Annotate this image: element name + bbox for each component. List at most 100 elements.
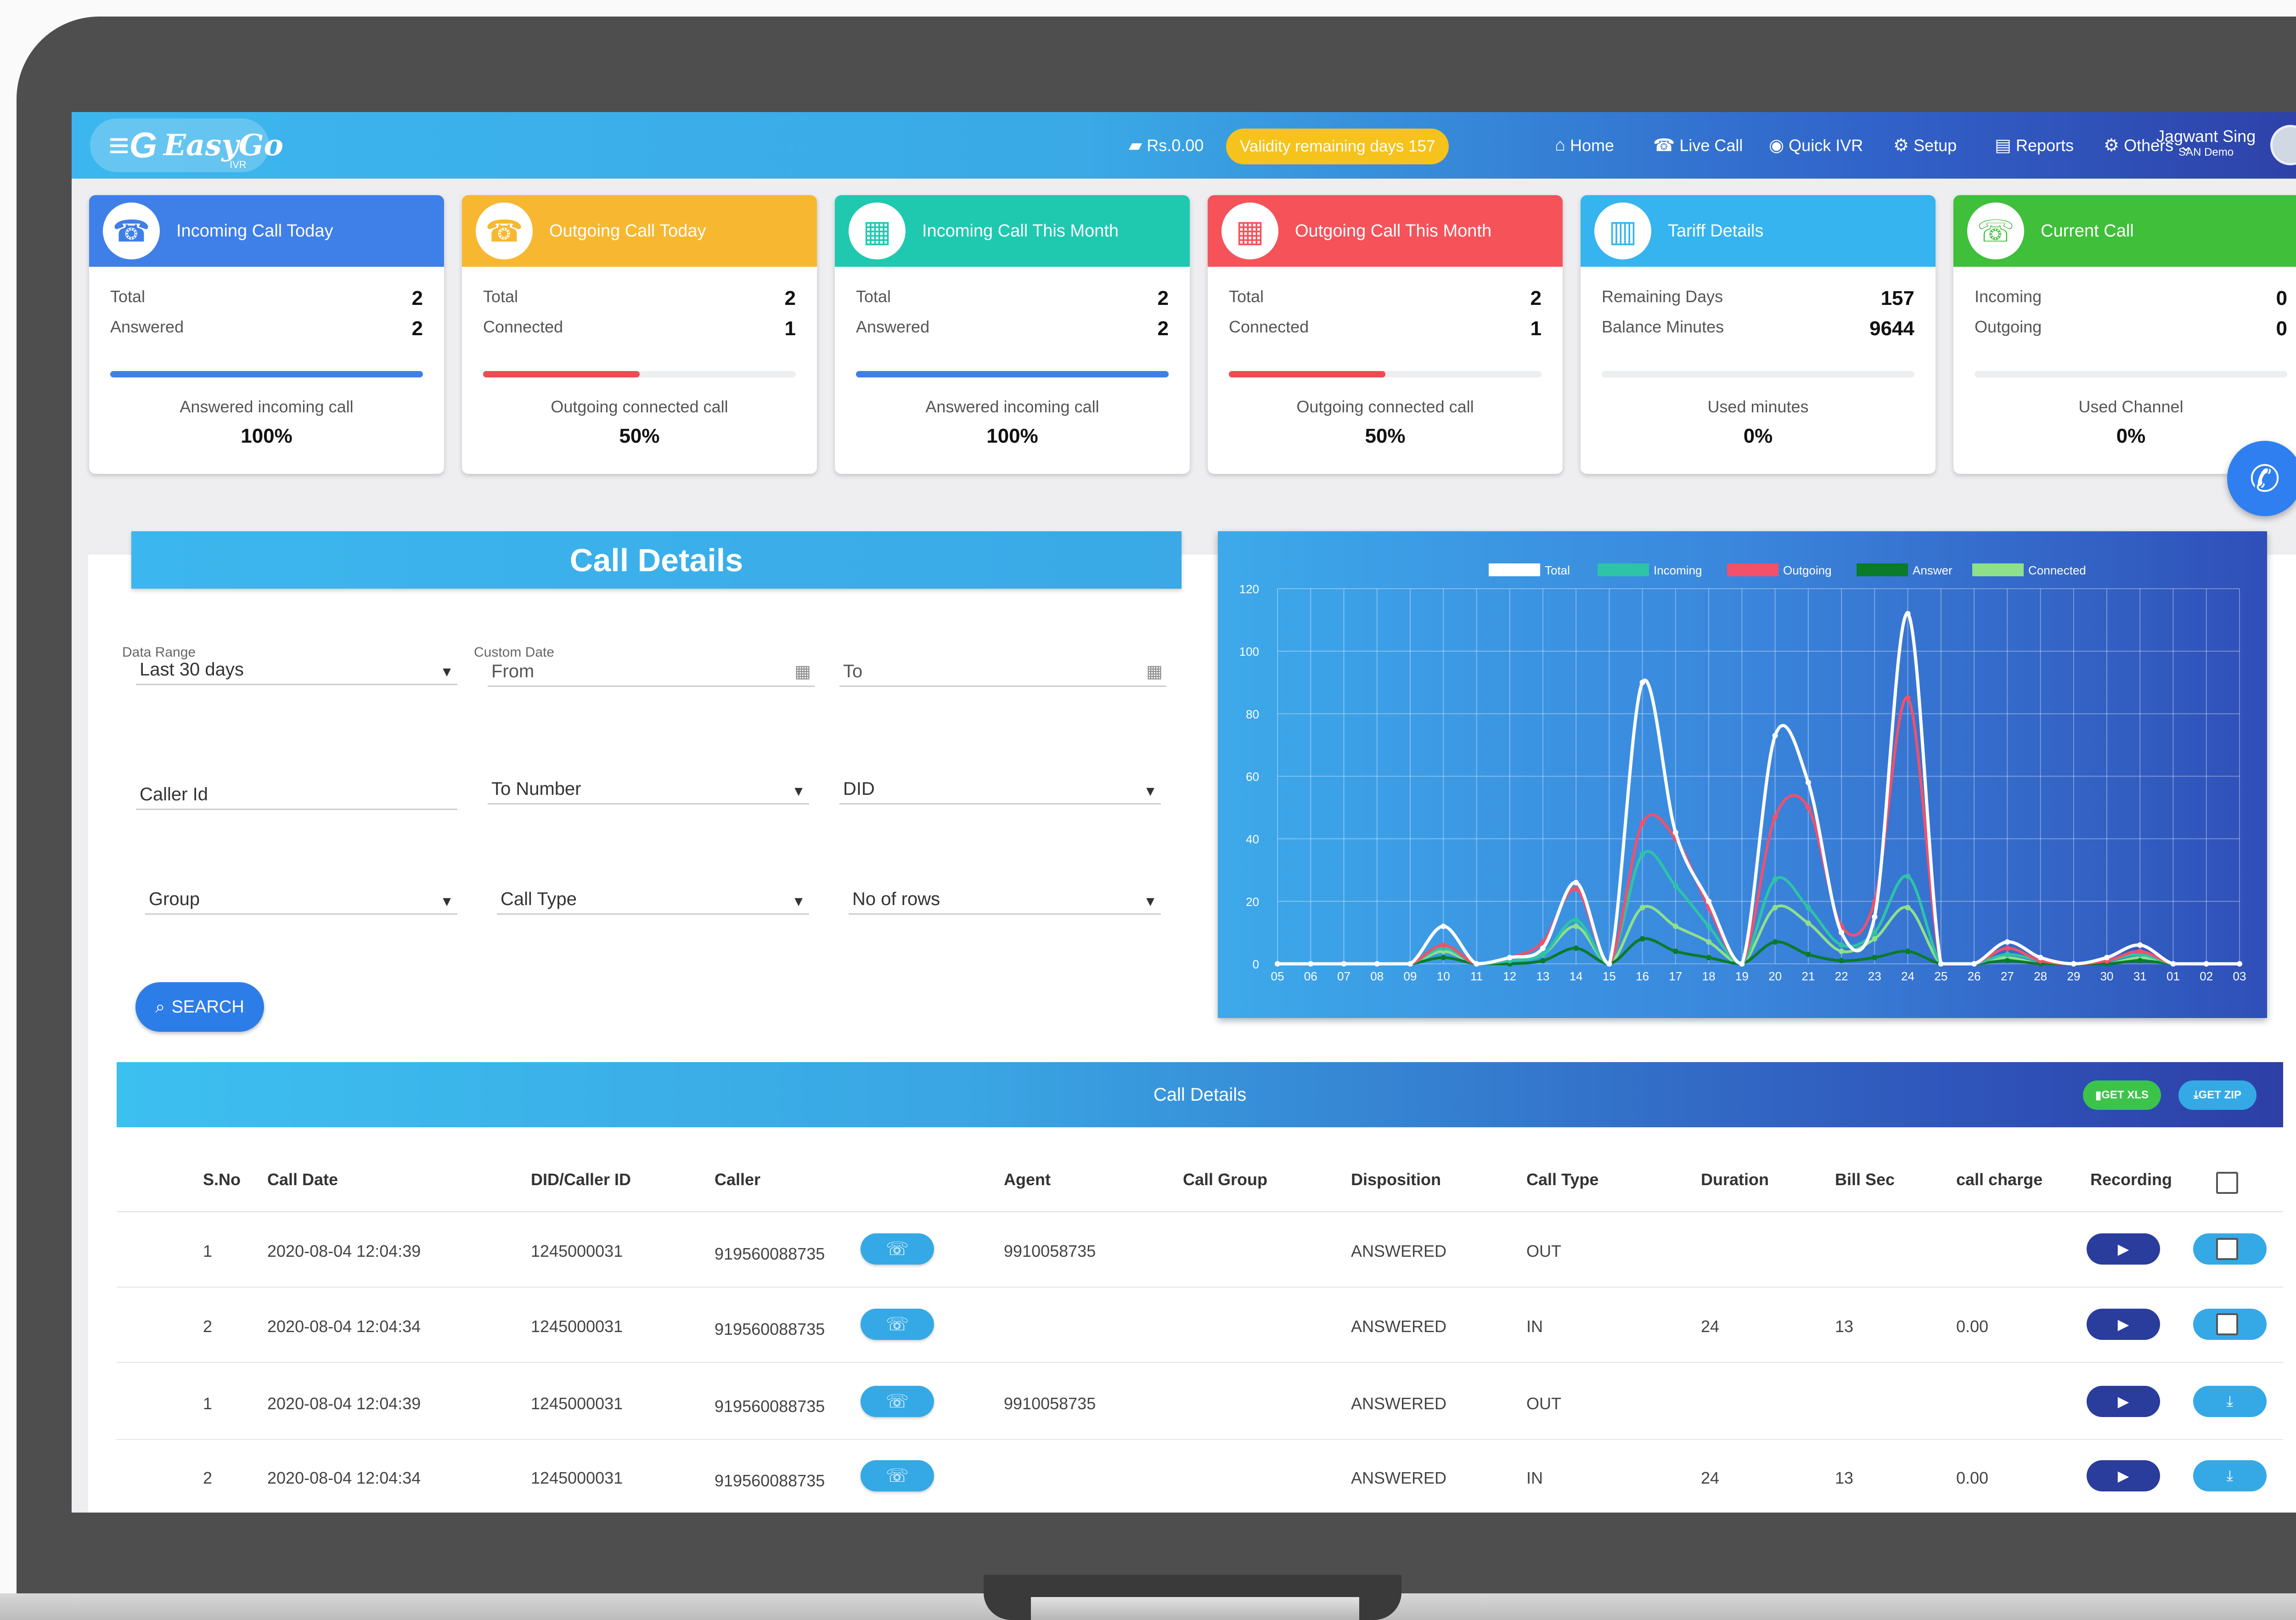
data-point — [1639, 851, 1645, 857]
nav-setup[interactable]: ⚙ Setup — [1893, 112, 1957, 179]
column-header[interactable]: Bill Sec — [1835, 1170, 1895, 1189]
stat-card[interactable]: ☎ Incoming Call Today Total 2 Answered 2… — [89, 195, 444, 474]
table-row[interactable] — [117, 1212, 2283, 1288]
calendar-icon: ▦ — [849, 202, 906, 259]
download-recording-button[interactable]: ⤓ — [2193, 1386, 2267, 1417]
nav-quick-ivr[interactable]: ◉ Quick IVR — [1769, 112, 1863, 179]
call-button[interactable]: ☏ — [861, 1386, 934, 1417]
call-details-title: Call Details — [131, 531, 1182, 589]
no-of-rows-select[interactable]: No of rows ▼ — [849, 889, 1161, 915]
call-button[interactable]: ☏ — [861, 1309, 934, 1340]
card-row-1: Total 2 — [110, 287, 423, 310]
column-header[interactable]: S.No — [203, 1170, 241, 1189]
user-menu[interactable]: Jagwant Sing SAN Demo — [2156, 127, 2256, 159]
card-title: Outgoing Call Today — [549, 221, 706, 241]
data-range-select[interactable]: Last 30 days ▼ — [136, 659, 457, 685]
cell-caller: 919560088735 — [715, 1397, 825, 1416]
stat-card[interactable]: ▥ Tariff Details Remaining Days 157 Bala… — [1581, 195, 1936, 474]
table-title: Call Details — [1153, 1084, 1247, 1105]
x-tick-label: 02 — [2200, 969, 2213, 983]
data-point — [1441, 955, 1446, 961]
caller-id-input[interactable]: Caller Id — [136, 784, 457, 810]
card-row-label: Total — [110, 287, 146, 306]
data-point — [2170, 961, 2176, 967]
cell-caller: 919560088735 — [715, 1471, 825, 1490]
get-zip-button[interactable]: ⤓ GET ZIP — [2178, 1080, 2257, 1110]
column-header[interactable]: Disposition — [1351, 1170, 1441, 1189]
table-row[interactable] — [117, 1365, 2283, 1440]
call-button[interactable]: ☏ — [861, 1460, 934, 1491]
select-all-checkbox[interactable] — [2216, 1172, 2238, 1194]
data-point — [2137, 958, 2143, 964]
call-type-select[interactable]: Call Type ▼ — [497, 889, 809, 915]
search-button[interactable]: ⌕ SEARCH — [135, 982, 264, 1032]
data-point — [1905, 695, 1911, 701]
headset-icon: ◉ — [1769, 136, 1784, 155]
stat-card[interactable]: ▦ Outgoing Call This Month Total 2 Conne… — [1208, 195, 1563, 474]
column-header[interactable]: Call Type — [1526, 1170, 1598, 1189]
nav-home[interactable]: ⌂ Home — [1555, 112, 1614, 179]
floating-call-button[interactable]: ✆ — [2227, 441, 2296, 516]
gears-icon: ⚙ — [1893, 136, 1909, 155]
play-recording-button[interactable]: ▶ — [2087, 1233, 2160, 1265]
card-row-value: 2 — [411, 317, 423, 340]
progress-track — [483, 371, 796, 377]
column-header[interactable]: DID/Caller ID — [531, 1170, 631, 1189]
data-point — [1639, 905, 1645, 911]
stat-card[interactable]: ▦ Incoming Call This Month Total 2 Answe… — [835, 195, 1190, 474]
did-select[interactable]: DID ▼ — [839, 779, 1161, 804]
laptop-hinge-plate — [1031, 1597, 1359, 1620]
x-tick-label: 15 — [1603, 969, 1616, 983]
app-logo[interactable]: ≡G EasyGo IVR — [90, 118, 283, 172]
row-checkbox[interactable] — [2216, 1313, 2238, 1335]
group-select[interactable]: Group ▼ — [145, 889, 457, 915]
cell-sno: 2 — [203, 1317, 213, 1336]
download-recording-button[interactable]: ⤓ — [2193, 1460, 2267, 1491]
get-xls-button[interactable]: ▮ GET XLS — [2083, 1080, 2161, 1110]
cell-charge: 0.00 — [1956, 1468, 1989, 1487]
card-footer-value: 50% — [619, 425, 660, 447]
from-placeholder: From — [491, 661, 535, 681]
data-point — [1805, 920, 1811, 926]
column-header[interactable]: Call Group — [1183, 1170, 1267, 1189]
column-header[interactable]: call charge — [1956, 1170, 2043, 1189]
data-point — [1540, 945, 1546, 951]
data-point — [1639, 680, 1645, 686]
data-point — [1839, 948, 1845, 954]
avatar[interactable] — [2270, 125, 2296, 165]
column-header[interactable]: Call Date — [267, 1170, 338, 1189]
nav-live-call[interactable]: ☎ Live Call — [1653, 112, 1743, 179]
column-header[interactable]: Agent — [1004, 1170, 1051, 1189]
play-recording-button[interactable]: ▶ — [2087, 1460, 2160, 1491]
x-tick-label: 26 — [1968, 969, 1981, 983]
play-recording-button[interactable]: ▶ — [2087, 1386, 2160, 1417]
nav-quick-ivr-label: Quick IVR — [1789, 135, 1863, 155]
x-tick-label: 24 — [1901, 969, 1914, 983]
nav-reports[interactable]: ▤ Reports — [1995, 112, 2074, 179]
card-row-label: Total — [856, 287, 891, 306]
calendar-icon[interactable]: ▦ — [794, 661, 811, 682]
data-point — [1772, 939, 1778, 945]
play-recording-button[interactable]: ▶ — [2087, 1309, 2160, 1340]
from-date-input[interactable]: From ▦ — [488, 661, 815, 687]
table-header-bar: Call Details — [117, 1062, 2283, 1127]
to-date-input[interactable]: To ▦ — [839, 661, 1166, 687]
to-number-select[interactable]: To Number ▼ — [488, 779, 809, 804]
get-xls-label: GET XLS — [2101, 1089, 2149, 1101]
card-footer-value: 50% — [1365, 425, 1406, 447]
column-header[interactable]: Recording — [2090, 1170, 2172, 1189]
column-header[interactable]: Duration — [1701, 1170, 1769, 1189]
calendar-icon[interactable]: ▦ — [1146, 661, 1163, 682]
card-row-2: Answered 2 — [856, 317, 1169, 340]
stat-card[interactable]: ☏ Current Call Incoming 0 Outgoing 0 Use… — [1953, 195, 2296, 474]
row-checkbox[interactable] — [2216, 1238, 2238, 1260]
caret-down-icon: ▼ — [440, 894, 454, 909]
stat-card[interactable]: ☎ Outgoing Call Today Total 2 Connected … — [462, 195, 817, 474]
call-button[interactable]: ☏ — [861, 1233, 934, 1265]
data-point — [1474, 961, 1480, 967]
play-icon: ▶ — [2117, 1468, 2129, 1484]
cell-disposition: ANSWERED — [1351, 1468, 1447, 1487]
column-header[interactable]: Caller — [715, 1170, 760, 1189]
data-point — [1672, 923, 1678, 929]
search-button-label: SEARCH — [171, 997, 244, 1017]
